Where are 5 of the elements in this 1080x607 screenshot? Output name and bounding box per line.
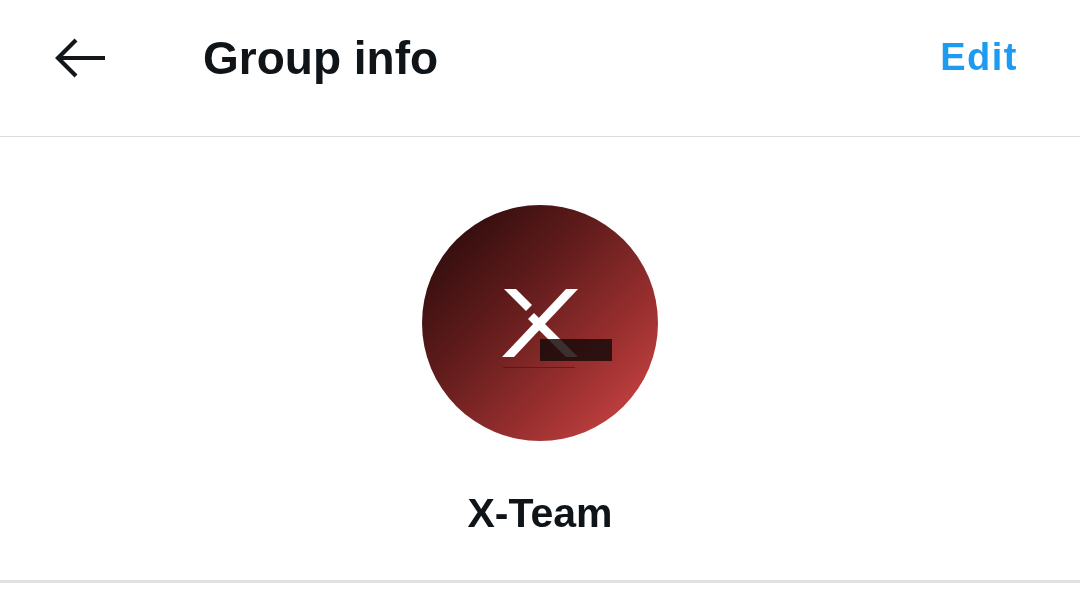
group-name: X-Team bbox=[467, 489, 613, 538]
back-arrow-icon bbox=[55, 38, 105, 78]
back-button[interactable] bbox=[55, 38, 105, 78]
edit-button[interactable]: Edit bbox=[940, 36, 1018, 80]
page-title: Group info bbox=[203, 31, 439, 85]
